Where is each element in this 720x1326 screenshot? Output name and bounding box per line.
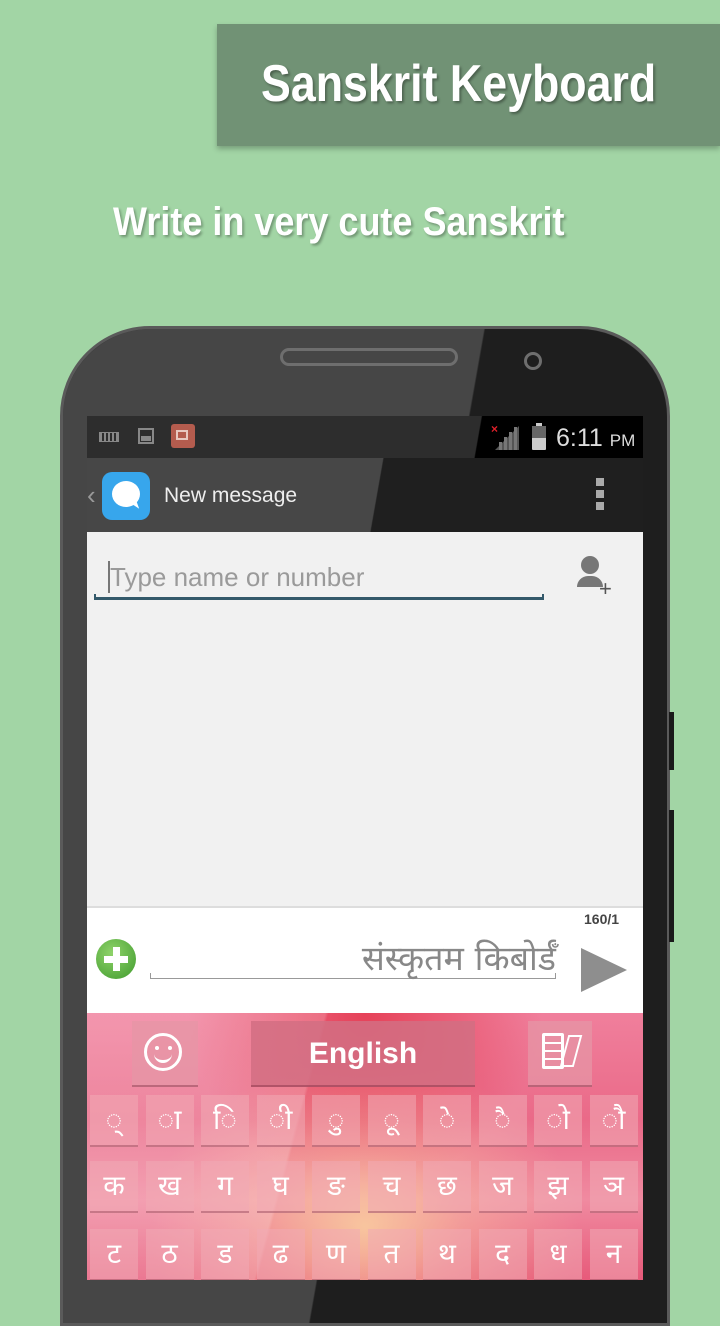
key[interactable]: ◌ु	[312, 1095, 360, 1147]
character-counter: 160/1	[584, 911, 620, 927]
message-input[interactable]: संस्कृतम किबोर्डँ	[150, 934, 556, 979]
key[interactable]: त	[367, 1229, 416, 1280]
battery-icon	[532, 423, 546, 450]
video-icon	[171, 424, 195, 448]
keyboard-icon	[99, 432, 119, 442]
phone-screen: × 6:11 PM ‹ New message + 1	[87, 416, 643, 1280]
key[interactable]: ◌ू	[367, 1095, 416, 1147]
speaker-grill	[280, 348, 458, 366]
key[interactable]: च	[367, 1161, 416, 1213]
key[interactable]: ◌ा	[145, 1095, 194, 1147]
key[interactable]: ध	[534, 1229, 582, 1280]
sanskrit-keyboard: English ◌् ◌ा ◌ि ◌ी ◌ु ◌ू ◌े ◌ै ◌ो ◌ौ कखगघङचछजझञ …	[87, 1013, 643, 1280]
messaging-app-icon[interactable]	[102, 472, 150, 520]
image-icon	[138, 428, 154, 444]
promo-banner: Sanskrit Keyboard	[217, 24, 720, 146]
clock-time: 6:11	[556, 424, 603, 452]
key[interactable]: ◌ी	[256, 1095, 305, 1147]
key[interactable]: छ	[423, 1161, 471, 1213]
key[interactable]: ◌ो	[534, 1095, 582, 1147]
key[interactable]: क	[90, 1161, 138, 1213]
power-button	[669, 810, 674, 942]
key[interactable]: ◌े	[423, 1095, 471, 1147]
add-contact-icon[interactable]: +	[577, 556, 613, 601]
overflow-menu-icon[interactable]	[596, 478, 604, 514]
page-title: New message	[164, 484, 298, 507]
key[interactable]: ट	[90, 1229, 138, 1280]
key[interactable]: ग	[201, 1161, 249, 1213]
smiley-icon	[144, 1033, 182, 1071]
key[interactable]: न	[589, 1229, 638, 1280]
key[interactable]: ञ	[589, 1161, 638, 1213]
key[interactable]: ढ	[256, 1229, 305, 1280]
matra-row: ◌् ◌ा ◌ि ◌ी ◌ु ◌ू ◌े ◌ै ◌ो ◌ौ	[90, 1095, 640, 1149]
consonant-row-2: टठडढणतथदधन	[90, 1229, 640, 1280]
language-switch-button[interactable]: English	[251, 1021, 475, 1087]
signal-icon: ×	[491, 422, 519, 450]
promo-subtitle: Write in very cute Sanskrit	[113, 200, 565, 244]
key[interactable]: ◌ै	[478, 1095, 527, 1147]
key[interactable]: ज	[478, 1161, 527, 1213]
key[interactable]: ◌ि	[201, 1095, 249, 1147]
status-bar: × 6:11 PM	[87, 416, 643, 458]
key[interactable]: ◌ौ	[589, 1095, 638, 1147]
promo-title: Sanskrit Keyboard	[261, 55, 657, 113]
key[interactable]: घ	[256, 1161, 305, 1213]
key[interactable]: ठ	[145, 1229, 194, 1280]
recipient-field[interactable]	[94, 561, 544, 600]
key[interactable]: ड	[201, 1229, 249, 1280]
key[interactable]: ङ	[312, 1161, 360, 1213]
status-clock: 6:11 PM	[556, 424, 635, 453]
key[interactable]: ण	[312, 1229, 360, 1280]
attach-plus-icon[interactable]	[96, 939, 136, 979]
theme-button[interactable]	[528, 1021, 592, 1087]
consonant-row-1: कखगघङचछजझञ	[90, 1161, 640, 1215]
action-bar: ‹ New message	[87, 458, 643, 532]
volume-button	[669, 712, 674, 770]
message-text: संस्कृतम किबोर्डँ	[361, 939, 556, 979]
recipient-input[interactable]	[108, 561, 540, 593]
send-icon[interactable]	[581, 948, 627, 992]
compose-bar: 160/1 संस्कृतम किबोर्डँ	[87, 906, 643, 1014]
key[interactable]: द	[478, 1229, 527, 1280]
key[interactable]: ◌्	[90, 1095, 138, 1147]
key[interactable]: थ	[423, 1229, 471, 1280]
back-chevron-icon[interactable]: ‹	[87, 480, 96, 511]
emoji-button[interactable]	[132, 1021, 198, 1087]
clock-ampm: PM	[609, 431, 636, 450]
key[interactable]: झ	[534, 1161, 582, 1213]
key[interactable]: ख	[145, 1161, 194, 1213]
front-camera	[524, 352, 542, 370]
